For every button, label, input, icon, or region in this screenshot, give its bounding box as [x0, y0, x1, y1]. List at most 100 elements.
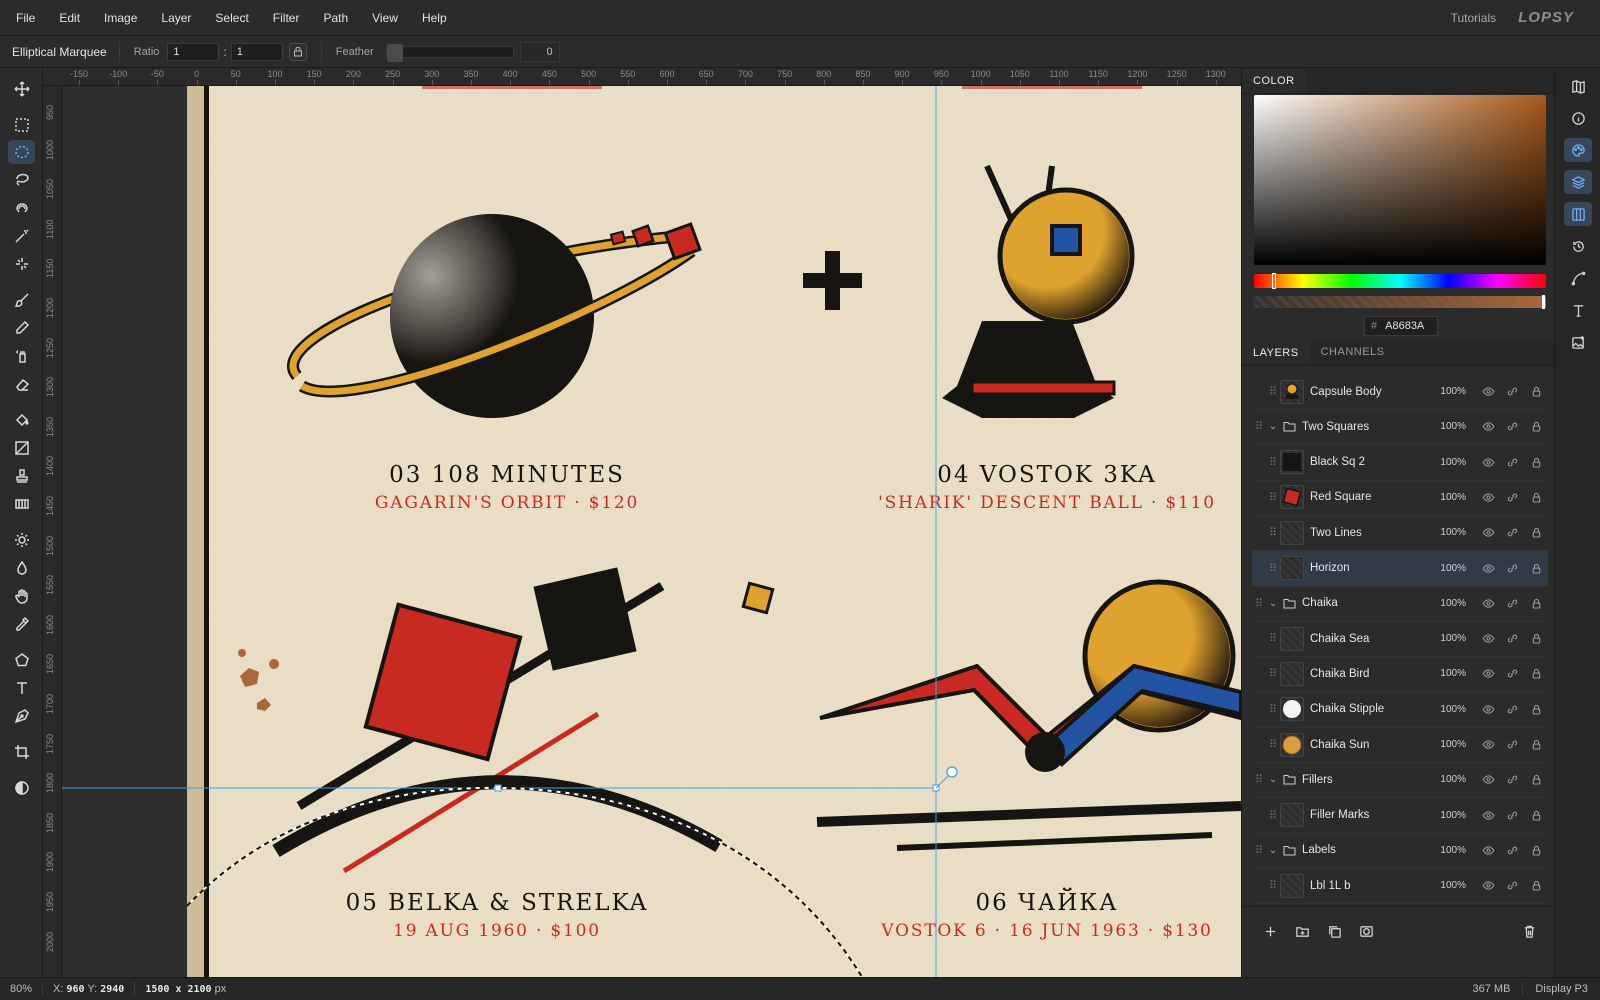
feather-slider[interactable]: [385, 43, 514, 62]
move-tool[interactable]: [8, 77, 35, 101]
drag-handle-icon[interactable]: ⠿: [1266, 667, 1280, 680]
hue-slider-marker[interactable]: [1272, 273, 1276, 289]
magnetic-lasso-tool[interactable]: [8, 196, 35, 220]
layers-list[interactable]: ⠿ Capsule Body 100% ⠿ ⌄ Two Squares 100% ⠿ Black…: [1252, 374, 1548, 904]
menu-image[interactable]: Image: [92, 11, 149, 25]
link-toggle[interactable]: [1500, 632, 1524, 645]
item-06-subtitle[interactable]: VOSTOK 6 · 16 JUN 1963 · $130: [880, 921, 1212, 941]
spray-tool[interactable]: [8, 344, 35, 368]
layer-opacity[interactable]: 100%: [1432, 668, 1466, 679]
link-toggle[interactable]: [1500, 844, 1524, 857]
visibility-toggle[interactable]: [1476, 385, 1500, 398]
tutorials-link[interactable]: Tutorials: [1451, 11, 1497, 25]
mask-button[interactable]: [1350, 920, 1382, 944]
tab-color[interactable]: COLOR: [1242, 69, 1306, 93]
history-panel-button[interactable]: [1564, 234, 1592, 258]
link-toggle[interactable]: [1500, 562, 1524, 575]
menu-select[interactable]: Select: [203, 11, 260, 25]
hex-color-input[interactable]: # A8683A: [1364, 316, 1438, 336]
chevron-down-icon[interactable]: ⌄: [1266, 598, 1280, 609]
visibility-toggle[interactable]: [1476, 879, 1500, 892]
layer-row-labels[interactable]: ⠿ ⌄ Labels 100%: [1252, 833, 1548, 869]
layer-name[interactable]: Chaika Stipple: [1310, 703, 1432, 715]
drag-handle-icon[interactable]: ⠿: [1252, 773, 1266, 786]
drag-handle-icon[interactable]: ⠿: [1266, 703, 1280, 716]
item-03-subtitle[interactable]: GAGARIN'S ORBIT · $120: [375, 493, 639, 513]
pencil-tool[interactable]: [8, 316, 35, 340]
layer-row-two-lines[interactable]: ⠿ Two Lines 100%: [1252, 515, 1548, 552]
link-toggle[interactable]: [1500, 420, 1524, 433]
feather-slider-knob[interactable]: [386, 43, 403, 62]
layer-opacity[interactable]: 100%: [1432, 563, 1466, 574]
item-05-subtitle[interactable]: 19 AUG 1960 · $100: [393, 921, 601, 941]
lasso-tool[interactable]: [8, 168, 35, 192]
lock-toggle[interactable]: [1524, 385, 1548, 398]
paths-panel-button[interactable]: [1564, 266, 1592, 290]
visibility-toggle[interactable]: [1476, 738, 1500, 751]
layer-name[interactable]: Black Sq 2: [1310, 456, 1432, 468]
hex-value[interactable]: A8683A: [1385, 320, 1424, 332]
layer-row-two-squares[interactable]: ⠿ ⌄ Two Squares 100%: [1252, 409, 1548, 446]
layer-opacity[interactable]: 100%: [1432, 704, 1466, 715]
layer-name[interactable]: Chaika Sea: [1310, 633, 1432, 645]
layer-opacity[interactable]: 100%: [1432, 774, 1466, 785]
layer-opacity[interactable]: 100%: [1432, 598, 1466, 609]
tab-layers[interactable]: LAYERS: [1242, 340, 1310, 364]
link-toggle[interactable]: [1500, 456, 1524, 469]
menu-edit[interactable]: Edit: [47, 11, 92, 25]
zoom-level[interactable]: 80%: [0, 983, 43, 995]
link-toggle[interactable]: [1500, 738, 1524, 751]
layer-name[interactable]: Chaika Sun: [1310, 739, 1432, 751]
layer-name[interactable]: Fillers: [1302, 774, 1432, 786]
lock-toggle[interactable]: [1524, 562, 1548, 575]
color-picker-field[interactable]: [1254, 95, 1546, 265]
lock-toggle[interactable]: [1524, 420, 1548, 433]
link-toggle[interactable]: [1500, 667, 1524, 680]
visibility-toggle[interactable]: [1476, 667, 1500, 680]
drag-handle-icon[interactable]: ⠿: [1266, 879, 1280, 892]
layer-opacity[interactable]: 100%: [1432, 386, 1466, 397]
menu-path[interactable]: Path: [311, 11, 360, 25]
link-toggle[interactable]: [1500, 597, 1524, 610]
item-03-title[interactable]: 03 108 MINUTES: [389, 462, 625, 488]
link-toggle[interactable]: [1500, 879, 1524, 892]
ratio-width-input[interactable]: [167, 42, 220, 61]
quick-select-tool[interactable]: [8, 252, 35, 276]
layer-name[interactable]: Labels: [1302, 844, 1432, 856]
feather-value[interactable]: 0: [519, 41, 560, 62]
pattern-tool[interactable]: [8, 492, 35, 516]
drag-handle-icon[interactable]: ⠿: [1266, 632, 1280, 645]
horizontal-ruler[interactable]: -150 -100 -50 0 50 100 150 200 250 300 350 400 450 50…: [43, 68, 1241, 86]
layer-row-fillers[interactable]: ⠿ ⌄ Fillers 100%: [1252, 762, 1548, 799]
visibility-toggle[interactable]: [1476, 526, 1500, 539]
add-layer-button[interactable]: [1254, 920, 1286, 944]
layer-row-horizon[interactable]: ⠿ Horizon 100%: [1252, 550, 1548, 587]
canvas-viewport[interactable]: 03 108 MINUTES GAGARIN'S ORBIT · $120 04…: [62, 86, 1241, 977]
chevron-down-icon[interactable]: ⌄: [1266, 421, 1280, 432]
layer-row-lbl-1l-b[interactable]: ⠿ Lbl 1L b 100%: [1252, 868, 1548, 904]
layer-name[interactable]: Chaika: [1302, 597, 1432, 609]
tab-channels[interactable]: CHANNELS: [1310, 340, 1396, 364]
eyedropper-tool[interactable]: [8, 612, 35, 636]
item-04-subtitle[interactable]: 'SHARIK' DESCENT BALL · $110: [878, 493, 1216, 513]
menu-file[interactable]: File: [0, 11, 47, 25]
link-toggle[interactable]: [1500, 703, 1524, 716]
delete-layer-button[interactable]: [1513, 920, 1545, 944]
eraser-tool[interactable]: [8, 372, 35, 396]
menu-view[interactable]: View: [360, 11, 410, 25]
drag-handle-icon[interactable]: ⠿: [1266, 491, 1280, 504]
layer-row-chaika[interactable]: ⠿ ⌄ Chaika 100%: [1252, 586, 1548, 622]
chevron-down-icon[interactable]: ⌄: [1266, 845, 1280, 856]
lock-toggle[interactable]: [1524, 632, 1548, 645]
lock-toggle[interactable]: [1524, 738, 1548, 751]
fill-tool[interactable]: [8, 408, 35, 432]
drag-handle-icon[interactable]: ⠿: [1266, 526, 1280, 539]
drag-handle-icon[interactable]: ⠿: [1252, 420, 1266, 433]
layer-name[interactable]: Two Lines: [1310, 527, 1432, 539]
hue-slider[interactable]: [1254, 273, 1546, 289]
document-canvas[interactable]: 03 108 MINUTES GAGARIN'S ORBIT · $120 04…: [62, 86, 1241, 977]
visibility-toggle[interactable]: [1476, 420, 1500, 433]
rotate-handle[interactable]: [946, 766, 958, 778]
pen-tool[interactable]: [8, 704, 35, 728]
layer-row-chaika-stipple[interactable]: ⠿ Chaika Stipple 100%: [1252, 692, 1548, 728]
